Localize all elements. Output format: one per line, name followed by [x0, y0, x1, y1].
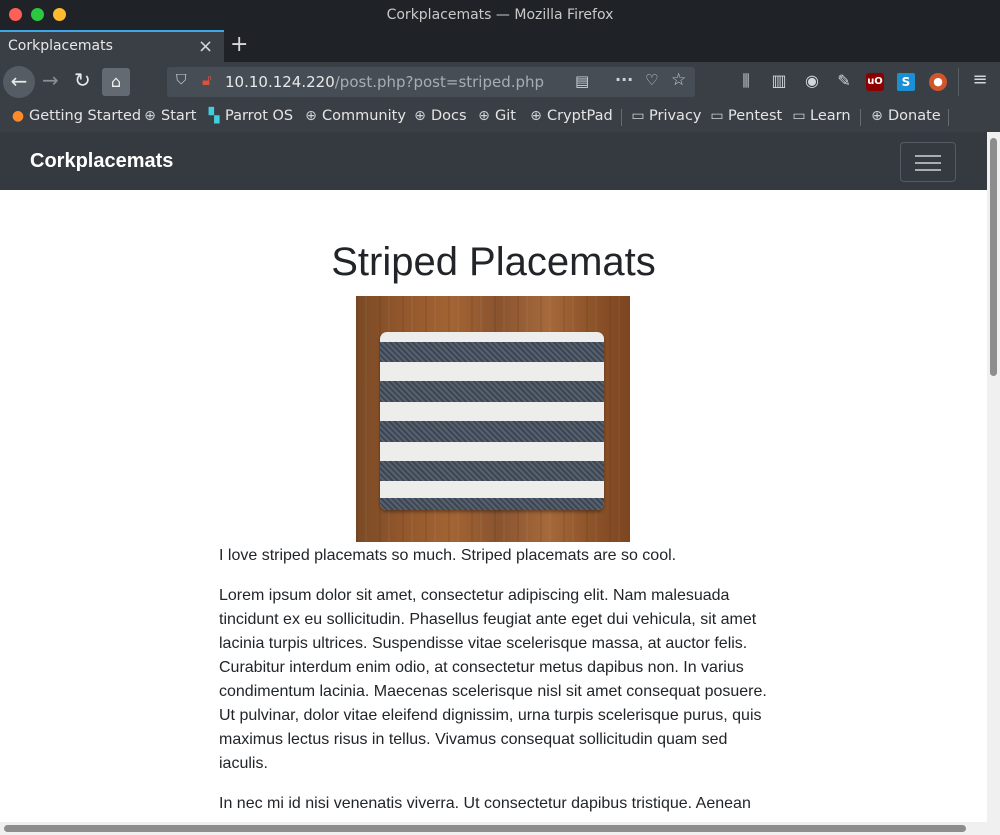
bookmark-label: Privacy	[649, 108, 702, 124]
window-titlebar: Corkplacemats — Mozilla Firefox	[0, 0, 1000, 30]
url-path: /post.php?post=striped.php	[334, 73, 545, 91]
window-title: Corkplacemats — Mozilla Firefox	[386, 7, 614, 23]
firefox-icon: ●	[11, 108, 25, 124]
striped-placemat	[380, 332, 604, 510]
parrot-icon: ▚	[208, 108, 220, 124]
reload-button[interactable]: ↻	[74, 68, 91, 92]
home-button[interactable]: ⌂	[102, 68, 130, 96]
url-host: 10.10.124.220	[225, 73, 335, 91]
bookmark-star-icon[interactable]: ☆	[671, 70, 686, 90]
bookmark-folder-pentest[interactable]: ▭ Pentest	[709, 108, 782, 124]
bookmark-label: Community	[322, 108, 406, 124]
globe-icon: ⊕	[414, 108, 426, 124]
extension-orange-icon[interactable]: ●	[929, 73, 947, 91]
bookmark-getting-started[interactable]: ● Getting Started	[10, 108, 141, 124]
sidebar-icon[interactable]: ▥	[769, 71, 789, 90]
bookmark-community[interactable]: ⊕ Community	[303, 108, 406, 124]
tracking-protection-shield-icon[interactable]: ⛉	[176, 72, 187, 88]
bookmark-git[interactable]: ⊕ Git	[476, 108, 516, 124]
globe-icon: ⊕	[530, 108, 542, 124]
bookmark-label: Start	[161, 108, 197, 124]
url-text[interactable]: 10.10.124.220/post.php?post=striped.php	[225, 73, 544, 91]
bookmark-donate[interactable]: ⊕ Donate	[869, 108, 941, 124]
horizontal-scrollbar[interactable]	[0, 822, 1000, 835]
ublock-origin-icon[interactable]: uO	[866, 73, 884, 91]
page-content: Corkplacemats Striped Placemats I love s…	[0, 132, 987, 822]
bookmark-label: Donate	[888, 108, 941, 124]
bookmark-label: Parrot OS	[225, 108, 294, 124]
bookmark-label: Docs	[431, 108, 467, 124]
reader-view-icon[interactable]: ▤	[575, 72, 589, 90]
account-icon[interactable]: ◉	[802, 71, 822, 90]
bookmark-separator	[948, 109, 949, 126]
tab-strip: Corkplacemats × +	[0, 30, 1000, 62]
bookmarks-toolbar: ● Getting Started ⊕ Start ▚ Parrot OS ⊕ Comm…	[0, 102, 1000, 132]
url-bar[interactable]: ⛉ 🔓︎ 10.10.124.220/post.php?post=striped…	[167, 67, 695, 97]
post-image	[356, 296, 630, 542]
page-actions-icon[interactable]: ···	[615, 70, 633, 89]
bookmark-label: Learn	[810, 108, 851, 124]
navigation-toolbar: ← → ↻ ⌂ ⛉ 🔓︎ 10.10.124.220/post.php?post…	[0, 62, 1000, 102]
new-tab-button[interactable]: +	[230, 32, 248, 57]
globe-icon: ⊕	[144, 108, 156, 124]
bookmark-parrot-os[interactable]: ▚ Parrot OS	[206, 108, 294, 124]
bookmark-docs[interactable]: ⊕ Docs	[412, 108, 467, 124]
hamburger-menu-icon[interactable]: ≡	[970, 69, 990, 90]
bookmark-label: Getting Started	[29, 108, 142, 124]
bookmark-separator	[860, 109, 861, 126]
globe-icon: ⊕	[478, 108, 490, 124]
tab-label: Corkplacemats	[8, 38, 113, 54]
forward-button[interactable]: →	[42, 68, 59, 92]
vertical-scrollbar[interactable]	[987, 132, 1000, 822]
toolbar-divider	[958, 68, 959, 96]
bookmark-folder-learn[interactable]: ▭ Learn	[791, 108, 851, 124]
post-paragraph: I love striped placemats so much. Stripe…	[219, 547, 677, 564]
bookmark-label: CryptPad	[547, 108, 613, 124]
folder-icon: ▭	[792, 108, 806, 124]
bookmark-folder-privacy[interactable]: ▭ Privacy	[630, 108, 702, 124]
post-title: Striped Placemats	[331, 240, 656, 284]
post-paragraph: In nec mi id nisi venenatis viverra. Ut …	[219, 795, 751, 812]
horizontal-scrollbar-thumb[interactable]	[4, 825, 966, 832]
extension-icon[interactable]: ✎	[834, 71, 854, 90]
pocket-icon[interactable]: ♡	[645, 71, 658, 89]
tab-corkplacemats[interactable]: Corkplacemats ×	[0, 30, 224, 62]
post-paragraph: Lorem ipsum dolor sit amet, consectetur …	[219, 587, 767, 772]
globe-icon: ⊕	[871, 108, 883, 124]
insecure-connection-icon[interactable]: 🔓︎	[202, 71, 212, 89]
bookmark-label: Pentest	[728, 108, 783, 124]
vertical-scrollbar-thumb[interactable]	[990, 138, 997, 376]
folder-icon: ▭	[710, 108, 724, 124]
library-icon[interactable]: ⫼	[736, 71, 756, 91]
bookmark-cryptpad[interactable]: ⊕ CryptPad	[528, 108, 613, 124]
post-body: I love striped placemats so much. Stripe…	[219, 542, 779, 822]
extension-s-icon[interactable]: S	[897, 73, 915, 91]
close-tab-icon[interactable]: ×	[198, 36, 213, 57]
bookmark-start[interactable]: ⊕ Start	[142, 108, 196, 124]
bookmark-separator	[621, 109, 622, 126]
bookmark-label: Git	[495, 108, 516, 124]
navbar-toggle-button[interactable]	[900, 142, 956, 182]
folder-icon: ▭	[631, 108, 645, 124]
site-brand[interactable]: Corkplacemats	[30, 150, 173, 173]
back-button[interactable]: ←	[3, 66, 35, 98]
site-navbar: Corkplacemats	[0, 132, 987, 190]
globe-icon: ⊕	[305, 108, 317, 124]
